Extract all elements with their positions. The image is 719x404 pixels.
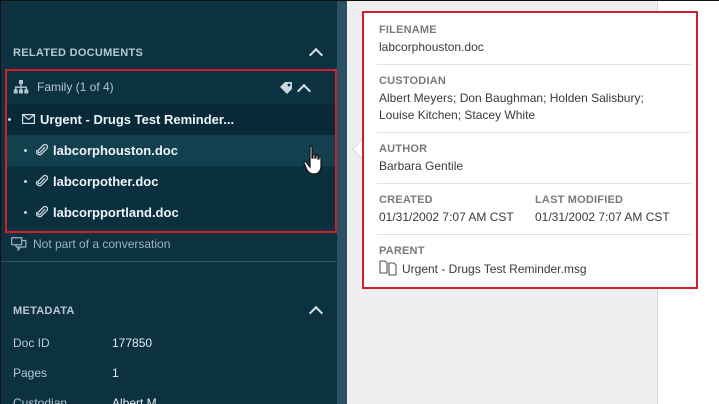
paperclip-icon xyxy=(36,143,48,156)
created-value: 01/31/2002 7:07 AM CST xyxy=(379,210,514,224)
chevron-up-icon[interactable] xyxy=(308,47,324,63)
paperclip-icon xyxy=(36,205,48,218)
popup-divider xyxy=(377,234,691,235)
metadata-row-doc-id: Doc ID 177850 xyxy=(13,336,333,356)
family-item-name: labcorpother.doc xyxy=(53,174,159,189)
related-documents-title: RELATED DOCUMENTS xyxy=(13,47,144,59)
family-header[interactable]: Family (1 of 4) xyxy=(7,71,335,103)
metadata-value: Albert M... xyxy=(112,396,167,404)
custodian-value-line1: Albert Meyers; Don Baughman; Holden Sali… xyxy=(379,91,644,105)
metadata-value: 1 xyxy=(112,366,119,380)
metadata-header[interactable]: METADATA xyxy=(1,293,337,329)
family-item-name: labcorphouston.doc xyxy=(53,143,178,158)
family-collapse-icon[interactable] xyxy=(296,83,312,99)
popup-divider xyxy=(377,132,691,133)
metadata-key: Doc ID xyxy=(13,336,50,350)
metadata-value: 177850 xyxy=(112,336,153,350)
filename-value: labcorphouston.doc xyxy=(379,40,484,54)
custodian-label: CUSTODIAN xyxy=(379,75,446,87)
paperclip-icon xyxy=(36,174,48,187)
document-pair-icon xyxy=(379,260,397,276)
conversation-icon xyxy=(11,237,27,251)
tag-icon[interactable] xyxy=(279,81,293,95)
tree-bullet xyxy=(24,149,27,152)
tree-bullet xyxy=(24,180,27,183)
tree-bullet xyxy=(8,118,11,121)
family-item-parent[interactable]: Urgent - Drugs Test Reminder... xyxy=(7,104,335,135)
chevron-up-icon[interactable] xyxy=(308,305,324,321)
document-details-popup: FILENAME labcorphouston.doc CUSTODIAN Al… xyxy=(362,11,698,289)
popup-divider xyxy=(377,64,691,65)
last-modified-label: LAST MODIFIED xyxy=(535,194,624,206)
metadata-key: Pages xyxy=(13,366,48,380)
scrollbar[interactable] xyxy=(337,1,347,404)
family-item-name: labcorpportland.doc xyxy=(53,205,179,220)
family-item-name: Urgent - Drugs Test Reminder... xyxy=(40,112,235,127)
conversation-status: Not part of a conversation xyxy=(11,235,170,253)
filename-label: FILENAME xyxy=(379,24,437,36)
metadata-title: METADATA xyxy=(13,305,75,317)
conversation-text: Not part of a conversation xyxy=(33,237,171,251)
metadata-row-pages: Pages 1 xyxy=(13,366,333,386)
last-modified-value: 01/31/2002 7:07 AM CST xyxy=(535,210,670,224)
hand-cursor-icon xyxy=(303,145,322,175)
section-divider xyxy=(1,261,337,262)
family-group: Family (1 of 4) Urgent - Drugs Test Remi… xyxy=(5,69,337,233)
custodian-value-line2: Louise Kitchen; Stacey White xyxy=(379,108,536,122)
metadata-row-custodian: Custodian Albert M... xyxy=(13,396,333,404)
author-label: AUTHOR xyxy=(379,143,428,155)
tree-bullet xyxy=(24,211,27,214)
created-label: CREATED xyxy=(379,194,433,206)
envelope-icon xyxy=(22,114,35,124)
left-panel: RELATED DOCUMENTS Family (1 of 4) Urgent… xyxy=(1,1,337,404)
parent-label: PARENT xyxy=(379,245,425,257)
family-label: Family (1 of 4) xyxy=(37,80,114,94)
related-documents-header[interactable]: RELATED DOCUMENTS xyxy=(1,35,337,71)
popup-divider xyxy=(377,183,691,184)
metadata-key: Custodian xyxy=(13,396,68,404)
hierarchy-icon xyxy=(13,80,29,94)
family-item-labcorpother[interactable]: labcorpother.doc xyxy=(7,166,335,197)
family-item-labcorpportland[interactable]: labcorpportland.doc xyxy=(7,197,335,228)
author-value: Barbara Gentile xyxy=(379,159,464,173)
family-item-labcorphouston[interactable]: labcorphouston.doc xyxy=(7,135,335,166)
parent-value[interactable]: Urgent - Drugs Test Reminder.msg xyxy=(402,261,587,278)
